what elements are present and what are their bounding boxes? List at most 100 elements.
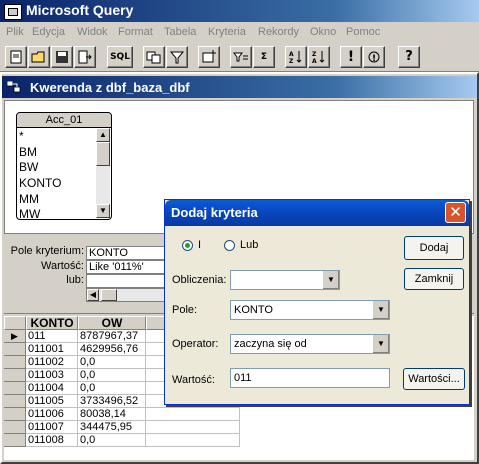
table-box[interactable]: Acc_01 * BM BW KONTO MM MW ▲ ▼ — [16, 112, 112, 223]
menu-format[interactable]: Format — [118, 26, 153, 38]
auto-query-icon[interactable]: ! — [363, 46, 385, 68]
query-window-title: Kwerenda z dbf_baza_dbf — [30, 80, 190, 95]
field-list-scrollbar[interactable]: ▲ ▼ — [96, 128, 110, 218]
show-criteria-icon[interactable] — [166, 46, 188, 68]
field-item[interactable]: MW — [19, 207, 95, 223]
field-combo[interactable]: KONTO ▼ — [230, 300, 390, 320]
new-query-icon[interactable] — [5, 46, 27, 68]
svg-text:!: ! — [372, 54, 376, 64]
cell-ow[interactable]: 3733496,52 — [78, 395, 146, 408]
criteria-field-cell[interactable]: KONTO — [86, 246, 166, 260]
menu-okno[interactable]: Okno — [310, 26, 336, 38]
scroll-up-icon[interactable]: ▲ — [96, 128, 110, 142]
cell-ow[interactable]: 4629956,76 — [78, 343, 146, 356]
add-tables-icon[interactable] — [198, 46, 220, 68]
toolbar: SQL Σ AZ ZA ! ! ? — [0, 42, 479, 72]
field-item[interactable]: BM — [19, 145, 95, 161]
column-header-konto[interactable]: KONTO — [26, 316, 78, 330]
radio-and-label: I — [198, 239, 202, 251]
query-window-title-bar: Kwerenda z dbf_baza_dbf — [2, 76, 477, 98]
svg-text:Z: Z — [312, 51, 317, 58]
return-data-icon[interactable] — [74, 46, 96, 68]
save-icon[interactable] — [51, 46, 73, 68]
row-selector[interactable] — [4, 421, 26, 434]
cell-ow[interactable]: 80038,14 — [78, 408, 146, 421]
cell-empty — [146, 421, 240, 434]
menu-edycja[interactable]: Edycja — [32, 26, 65, 38]
menu-plik[interactable]: Plik — [6, 26, 24, 38]
values-button[interactable]: Wartości... — [403, 368, 465, 390]
cell-konto[interactable]: 011002 — [26, 356, 78, 369]
row-selector[interactable] — [4, 343, 26, 356]
query-now-icon[interactable]: ! — [340, 46, 362, 68]
cell-empty — [146, 408, 240, 421]
cell-konto[interactable]: 011007 — [26, 421, 78, 434]
chevron-down-icon[interactable]: ▼ — [372, 301, 389, 319]
cell-konto[interactable]: 011005 — [26, 395, 78, 408]
field-item[interactable]: MM — [19, 192, 95, 208]
app-title: Microsoft Query — [26, 2, 134, 18]
radio-or[interactable] — [224, 240, 235, 251]
row-selector[interactable] — [4, 369, 26, 382]
cell-konto[interactable]: 011004 — [26, 382, 78, 395]
operator-combo[interactable]: zaczyna się od ▼ — [230, 334, 390, 354]
sort-descending-icon[interactable]: ZA — [308, 46, 330, 68]
chevron-down-icon[interactable]: ▼ — [322, 271, 339, 289]
menu-kryteria[interactable]: Kryteria — [208, 26, 246, 38]
cell-konto[interactable]: 011006 — [26, 408, 78, 421]
table-name: Acc_01 — [17, 113, 111, 128]
radio-and[interactable] — [182, 240, 193, 251]
row-selector[interactable] — [4, 356, 26, 369]
row-selector[interactable] — [4, 382, 26, 395]
criteria-field-label: Pole kryterium: — [10, 245, 84, 257]
open-query-icon[interactable] — [28, 46, 50, 68]
field-list: * BM BW KONTO MM MW — [19, 129, 95, 223]
chevron-down-icon[interactable]: ▼ — [372, 335, 389, 353]
cell-ow[interactable]: 344475,95 — [78, 421, 146, 434]
svg-text:Z: Z — [289, 58, 294, 65]
close-icon[interactable]: ✕ — [445, 202, 466, 223]
scroll-thumb[interactable] — [96, 142, 110, 166]
dialog-title: Dodaj kryteria — [171, 205, 258, 220]
cell-ow[interactable]: 0,0 — [78, 434, 146, 447]
cell-ow[interactable]: 8787967,37 — [78, 330, 146, 343]
cell-ow[interactable]: 0,0 — [78, 382, 146, 395]
row-selector[interactable] — [4, 434, 26, 447]
row-selector[interactable]: ▶ — [4, 330, 26, 343]
add-button[interactable]: Dodaj — [404, 236, 464, 260]
criteria-or-cell[interactable] — [86, 274, 166, 288]
value-input[interactable]: 011 — [230, 368, 390, 388]
scroll-down-icon[interactable]: ▼ — [96, 204, 110, 218]
cell-konto[interactable]: 011008 — [26, 434, 78, 447]
cell-ow[interactable]: 0,0 — [78, 356, 146, 369]
cell-konto[interactable]: 011001 — [26, 343, 78, 356]
hscroll-thumb[interactable] — [101, 289, 117, 301]
cell-konto[interactable]: 011 — [26, 330, 78, 343]
menu-rekordy[interactable]: Rekordy — [258, 26, 299, 38]
criteria-value-cell[interactable]: Like '011%' — [86, 260, 166, 274]
query-window-icon — [7, 81, 21, 93]
sort-ascending-icon[interactable]: AZ — [285, 46, 307, 68]
field-item[interactable]: KONTO — [19, 176, 95, 192]
cell-ow[interactable]: 0,0 — [78, 369, 146, 382]
field-item[interactable]: BW — [19, 160, 95, 176]
row-selector[interactable] — [4, 408, 26, 421]
menu-widok[interactable]: Widok — [77, 26, 108, 38]
scroll-left-icon[interactable]: ◀ — [87, 289, 99, 301]
cell-konto[interactable]: 011003 — [26, 369, 78, 382]
menu-pomoc[interactable]: Pomoc — [346, 26, 380, 38]
grid-corner — [4, 316, 26, 330]
row-selector[interactable] — [4, 395, 26, 408]
calc-combo[interactable]: ▼ — [230, 270, 340, 290]
menu-tabela[interactable]: Tabela — [164, 26, 196, 38]
field-item[interactable]: * — [19, 129, 95, 145]
column-header-ow[interactable]: OW — [78, 316, 146, 330]
help-icon[interactable]: ? — [398, 46, 420, 68]
menu-bar: Plik Edycja Widok Format Tabela Kryteria… — [0, 22, 479, 42]
criteria-equals-icon[interactable] — [230, 46, 252, 68]
close-button[interactable]: Zamknij — [404, 268, 464, 290]
sql-button[interactable]: SQL — [107, 46, 133, 68]
show-tables-icon[interactable] — [143, 46, 165, 68]
criteria-hscrollbar[interactable]: ◀ — [86, 288, 166, 302]
sum-icon[interactable]: Σ — [253, 46, 275, 68]
